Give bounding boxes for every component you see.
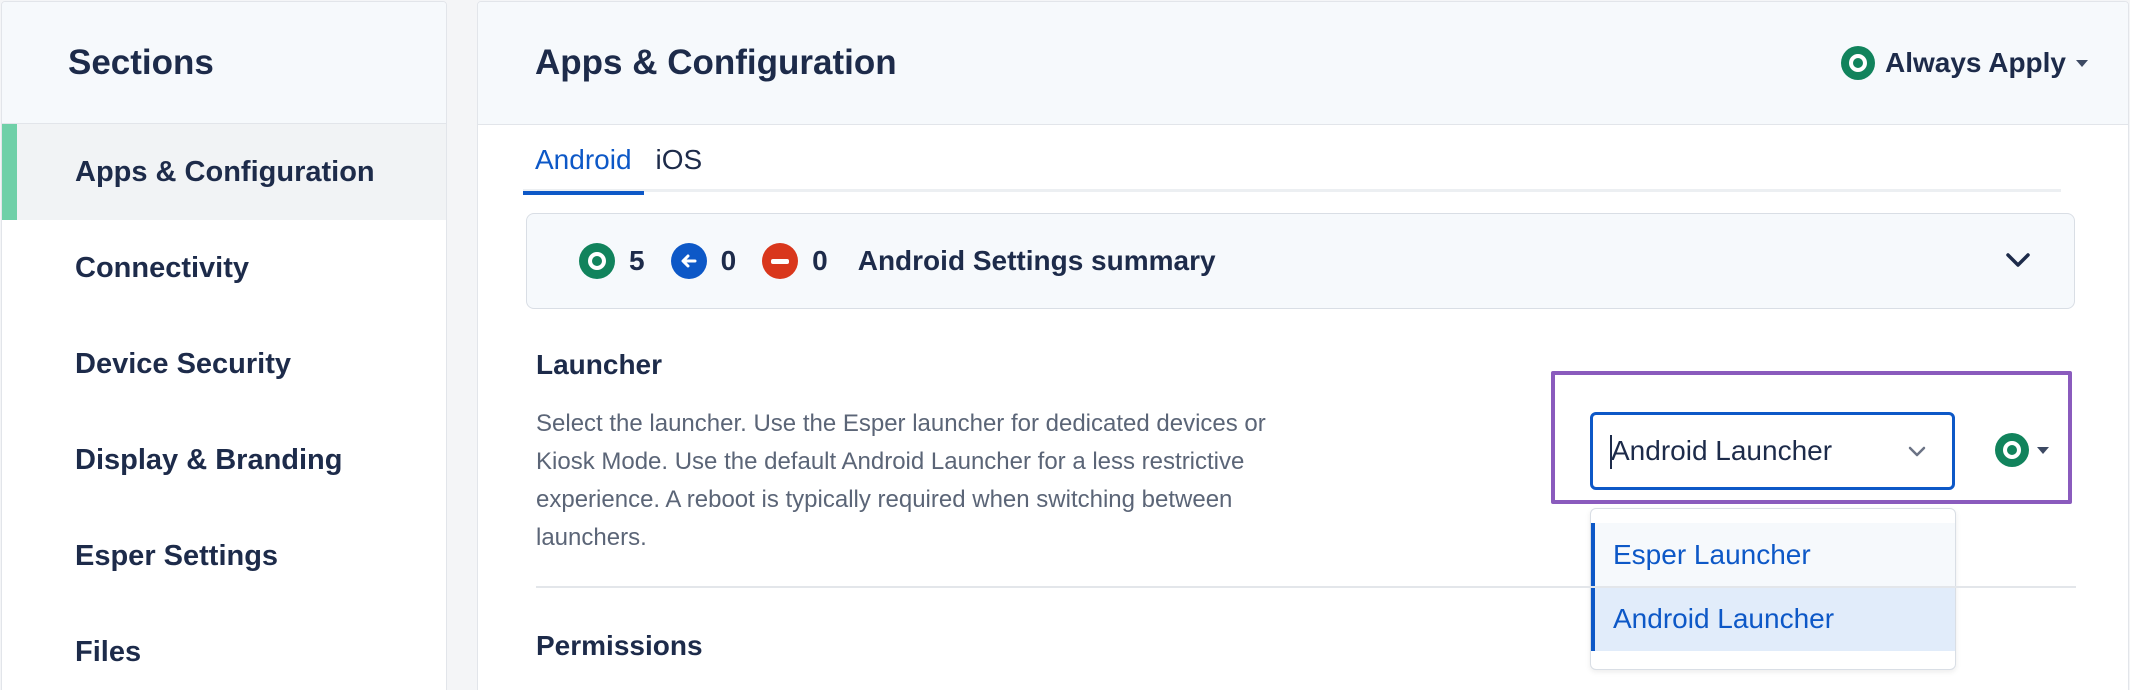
page-title: Apps & Configuration <box>535 43 897 82</box>
applied-stat: 5 <box>579 243 645 279</box>
sections-sidebar: Sections Apps & Configuration Connectivi… <box>1 1 447 690</box>
sidebar-item-apps-configuration[interactable]: Apps & Configuration <box>2 124 446 220</box>
text-cursor <box>1610 435 1612 469</box>
launcher-select[interactable]: Android Launcher <box>1590 412 1955 490</box>
sidebar-header: Sections <box>2 2 446 124</box>
sidebar-title: Sections <box>68 42 214 82</box>
summary-title: Android Settings summary <box>857 245 1216 276</box>
caret-down-icon <box>2037 446 2049 454</box>
app-root: Sections Apps & Configuration Connectivi… <box>0 0 2130 690</box>
platform-tabs: Android iOS <box>523 132 2061 195</box>
launcher-options-menu: Esper Launcher Android Launcher <box>1590 508 1956 670</box>
tab-android[interactable]: Android <box>523 132 644 195</box>
option-esper-launcher[interactable]: Esper Launcher <box>1591 523 1955 587</box>
removed-count: 0 <box>812 245 828 276</box>
minus-icon <box>762 243 799 279</box>
sidebar-item-esper-settings[interactable]: Esper Settings <box>2 508 446 604</box>
tab-ios[interactable]: iOS <box>644 132 715 192</box>
section-divider <box>536 586 2076 588</box>
inherited-count: 0 <box>720 245 737 276</box>
caret-down-icon <box>2076 59 2088 67</box>
sidebar-item-files[interactable]: Files <box>2 604 446 690</box>
sidebar-item-connectivity[interactable]: Connectivity <box>2 220 446 316</box>
chevron-down-icon <box>1906 441 1928 463</box>
applied-count: 5 <box>629 245 645 276</box>
chevron-down-icon[interactable] <box>2000 242 2036 278</box>
always-apply-label: Always Apply <box>1884 47 2066 78</box>
option-android-launcher[interactable]: Android Launcher <box>1591 587 1955 651</box>
always-apply-dropdown[interactable]: Always Apply <box>1840 46 2088 80</box>
settings-summary-card[interactable]: 5 0 0 Android Settings summary <box>526 213 2075 309</box>
inherited-stat: 0 <box>670 243 737 279</box>
launcher-description: Select the launcher. Use the Esper launc… <box>536 410 1266 551</box>
permissions-title: Permissions <box>536 630 703 661</box>
ring-icon <box>1995 433 2029 467</box>
launcher-title: Launcher <box>536 349 663 380</box>
applied-ring-icon <box>579 243 615 279</box>
sidebar-item-display-branding[interactable]: Display & Branding <box>2 412 446 508</box>
ring-icon <box>1840 46 1875 80</box>
main-panel: Apps & Configuration Always Apply Androi… <box>477 1 2129 690</box>
launcher-apply-dropdown[interactable] <box>1995 433 2049 467</box>
sidebar-item-device-security[interactable]: Device Security <box>2 316 446 412</box>
launcher-select-value: Android Launcher <box>1611 435 1833 466</box>
arrow-left-icon <box>670 243 707 279</box>
removed-stat: 0 <box>762 243 828 279</box>
main-header: Apps & Configuration Always Apply <box>478 2 2128 125</box>
